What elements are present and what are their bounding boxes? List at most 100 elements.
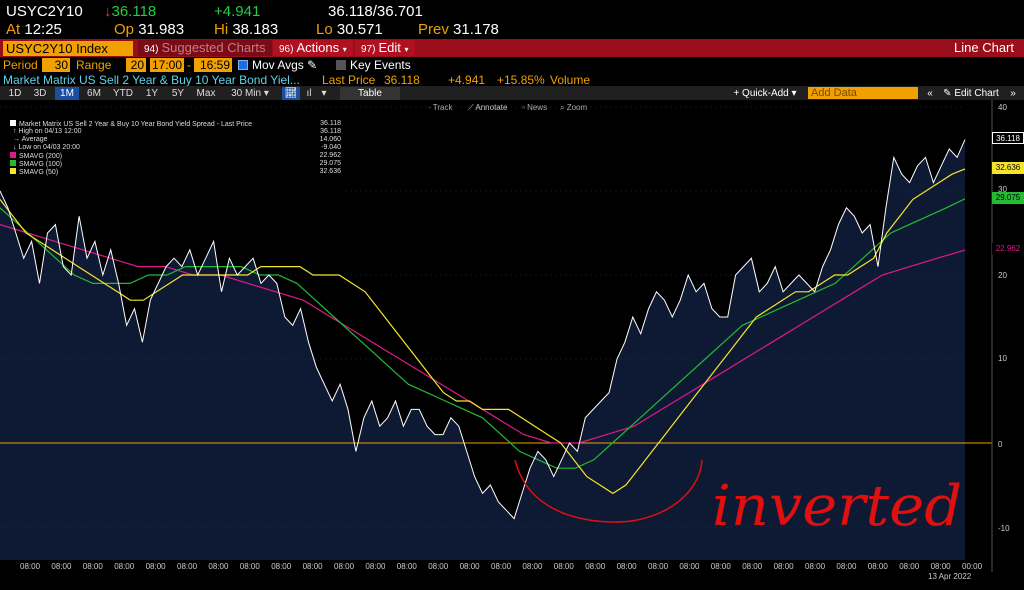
sma200-tag: 22.962 [992, 243, 1024, 255]
open-price: Op 31.983 [114, 21, 185, 38]
legend-row-sma100: SMAVG (100) 29.075 [10, 160, 343, 168]
range-button-1d[interactable]: 1D [5, 87, 25, 100]
x-tick-label: 08:00 [177, 562, 198, 571]
x-tick-label: 08:00 [930, 562, 951, 571]
legend-row-sma50: SMAVG (50) 32.636 [10, 168, 343, 176]
x-tick-label: 08:00 [145, 562, 166, 571]
chevron-down-icon[interactable]: ▾ [318, 87, 330, 100]
x-tick-label: 08:00 [648, 562, 669, 571]
last-price-tag: 36.118 [992, 132, 1024, 144]
key-events-toggle[interactable]: Key Events [336, 58, 411, 73]
x-tick-label: 08:00 [679, 562, 700, 571]
line-chart-icon[interactable]: 📈︎ [282, 87, 300, 100]
average-icon: → [13, 136, 20, 143]
collapse-icon[interactable]: « [922, 87, 938, 100]
x-tick-label: 08:00 [867, 562, 888, 571]
range-input[interactable]: 20 [126, 58, 146, 72]
time-from-input[interactable]: 17:00 [150, 58, 184, 72]
x-tick-label: 08:00 [710, 562, 731, 571]
x-tick-label: 08:00 [51, 562, 72, 571]
x-tick-label: 08:00 [302, 562, 323, 571]
pencil-icon: ✎ [943, 88, 952, 99]
quote-time: At 12:25 [6, 21, 62, 38]
date-label: 13 Apr 2022 [928, 572, 972, 581]
info-pct-change: +15.85% [497, 73, 545, 87]
bid-ask: 36.118/36.701 [328, 3, 423, 20]
edit-menu-button[interactable]: 97) Edit ▾ [355, 40, 415, 56]
legend-title-row: Market Matrix US Sell 2 Year & Buy 10 Ye… [10, 120, 343, 128]
range-button-ytd[interactable]: YTD [110, 87, 136, 100]
chevron-down-icon: ▾ [404, 45, 409, 54]
arrow-up-icon: ↑ [13, 128, 17, 135]
range-button-5y[interactable]: 5Y [168, 87, 188, 100]
edit-chart-button[interactable]: ✎ Edit Chart [940, 87, 1002, 100]
annotate-button[interactable]: ⟋ Annotate [468, 103, 507, 113]
security-description: Market Matrix US Sell 2 Year & Buy 10 Ye… [3, 73, 300, 87]
x-tick-label: 08:00 [459, 562, 480, 571]
legend-row-low: ↓ Low on 04/03 20:00 -9.040 [13, 144, 341, 151]
suggested-charts-button[interactable]: 94) Suggested Charts [138, 40, 272, 56]
range-button-1m[interactable]: 1M [55, 87, 79, 100]
legend-swatch [10, 160, 16, 166]
y-tick-label: -10 [998, 524, 1010, 533]
legend-swatch [10, 120, 16, 126]
price-change: +4.941 [214, 3, 261, 20]
x-tick-label: 08:00 [396, 562, 417, 571]
x-tick-label: 08:00 [271, 562, 292, 571]
range-button-1y[interactable]: 1Y [142, 87, 162, 100]
x-tick-label: 08:00 [553, 562, 574, 571]
x-tick-label: 08:00 [805, 562, 826, 571]
range-button-6m[interactable]: 6M [84, 87, 104, 100]
legend-row-sma200: SMAVG (200) 22.962 [10, 152, 343, 160]
table-button[interactable]: Table [340, 87, 400, 100]
time-to-input[interactable]: 16:59 [194, 58, 232, 72]
period-label: Period [3, 58, 38, 72]
news-button[interactable]: ▫ News [522, 103, 547, 112]
add-data-input[interactable]: Add Data [808, 87, 918, 99]
sma100-tag: 29.075 [992, 192, 1024, 204]
chart-legend: Market Matrix US Sell 2 Year & Buy 10 Ye… [10, 120, 343, 195]
x-tick-label: 08:00 [616, 562, 637, 571]
legend-swatch [10, 168, 16, 174]
x-tick-label: 08:00 [239, 562, 260, 571]
y-tick-label: 0 [998, 440, 1003, 449]
chevron-down-icon: ▾ [342, 45, 347, 54]
magnifier-icon: ⌕ [560, 103, 565, 112]
last-price-value: 36.118 [384, 73, 420, 87]
low-price: Lo 30.571 [316, 21, 383, 38]
checkbox-checked-icon [238, 60, 248, 70]
ticker-symbol: USYC2Y10 [6, 3, 83, 20]
range-label: Range [76, 58, 112, 72]
interval-select[interactable]: 30 Min ▾ [224, 87, 276, 100]
expand-icon[interactable]: » [1006, 87, 1020, 100]
x-tick-label: 08:00 [334, 562, 355, 571]
range-button-3d[interactable]: 3D [30, 87, 50, 100]
last-price: ↓36.118 [104, 3, 157, 20]
news-icon: ▫ [522, 103, 525, 112]
quick-add-button[interactable]: + Quick-Add ▾ [728, 87, 802, 100]
chevron-down-icon: ▾ [791, 88, 797, 99]
legend-row-high: ↑ High on 04/13 12:00 36.118 [13, 128, 341, 135]
x-tick-label: 08:00 [491, 562, 512, 571]
y-tick-label: 40 [998, 103, 1007, 112]
x-tick-label: 08:00 [899, 562, 920, 571]
y-tick-label: 10 [998, 354, 1007, 363]
x-tick-label: 08:00 [82, 562, 103, 571]
checkbox-unchecked-icon [336, 60, 346, 70]
security-input[interactable]: USYC2Y10 Index [3, 41, 133, 56]
prev-close: Prev 31.178 [418, 21, 499, 38]
last-price-label: Last Price [322, 73, 376, 87]
zoom-button[interactable]: ⌕ Zoom [560, 103, 587, 113]
legend-swatch [10, 152, 16, 158]
x-tick-label: 08:00 [836, 562, 857, 571]
info-change: +4.941 [448, 73, 486, 87]
chart-style-icon[interactable]: ıl [302, 87, 316, 100]
mov-avgs-toggle[interactable]: Mov Avgs ✎ [238, 58, 317, 73]
period-input[interactable]: 30 [42, 58, 70, 72]
crosshair-icon: · [428, 103, 431, 112]
x-tick-label: 08:00 [742, 562, 763, 571]
arrow-down-icon: ↓ [13, 144, 17, 151]
range-button-max[interactable]: Max [193, 87, 219, 100]
actions-menu-button[interactable]: 96) Actions ▾ [273, 40, 353, 56]
track-button[interactable]: · Track [428, 103, 452, 112]
